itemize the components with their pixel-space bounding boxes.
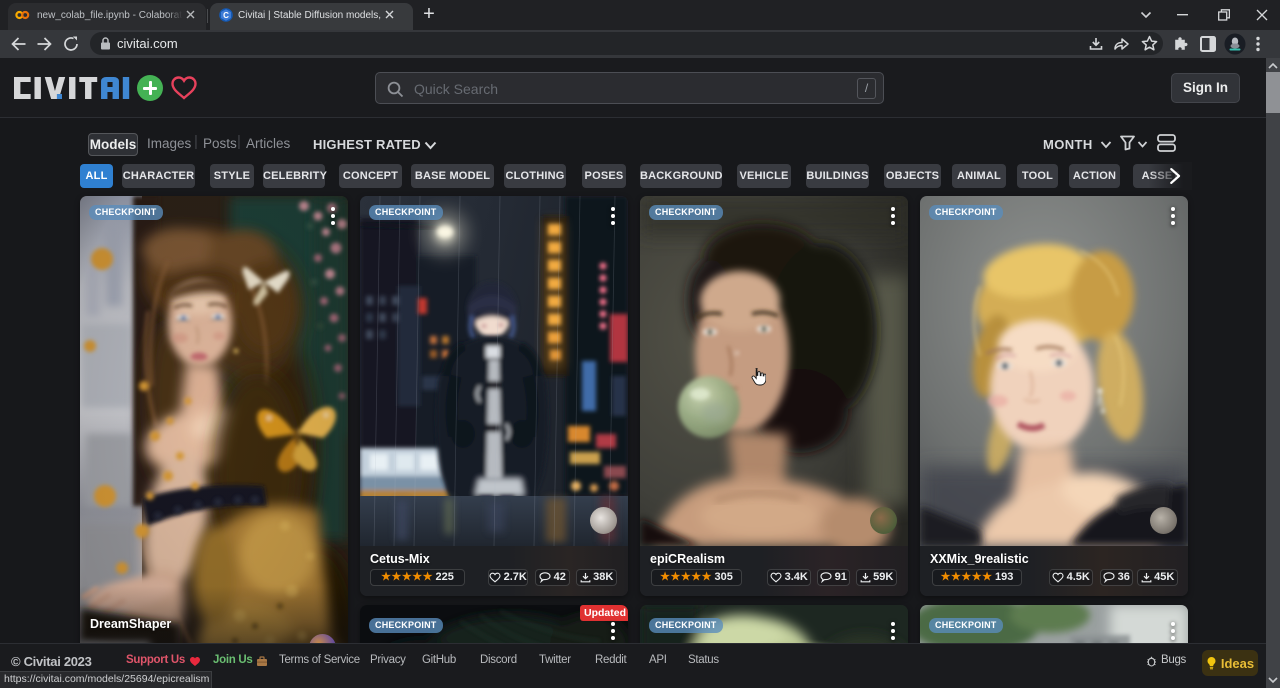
- svg-text:C: C: [223, 11, 229, 20]
